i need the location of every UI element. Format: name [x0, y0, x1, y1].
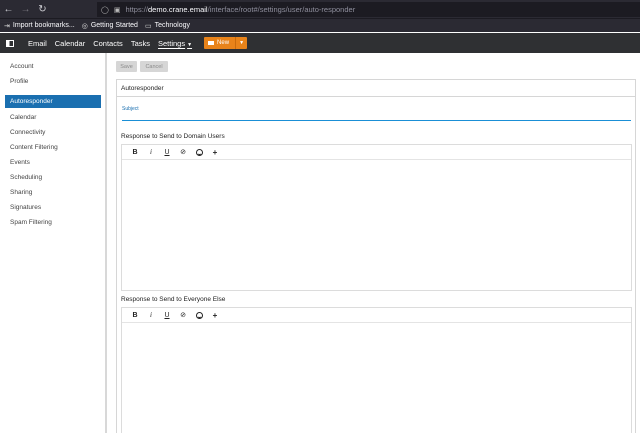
bookmark-getting-started[interactable]: ◎ Getting Started: [82, 22, 138, 30]
sidebar-toggle-button[interactable]: [0, 33, 20, 53]
strikethrough-icon[interactable]: ⊘: [175, 308, 191, 323]
italic-button[interactable]: i: [143, 145, 159, 160]
bookmark-label: Import bookmarks...: [12, 22, 75, 29]
folder-icon: ▭: [144, 22, 152, 30]
back-icon[interactable]: ←: [0, 0, 17, 18]
sidebar-item-connectivity[interactable]: Connectivity: [5, 126, 101, 139]
bookmarks-bar: ⇥ Import bookmarks... ◎ Getting Started …: [0, 18, 640, 32]
new-button-label: New: [217, 40, 230, 46]
settings-sidebar: Account Profile Autoresponder Calendar C…: [0, 53, 107, 433]
insert-button[interactable]: +: [207, 145, 223, 160]
italic-button[interactable]: i: [143, 308, 159, 323]
everyone-else-editor[interactable]: B i U ⊘ +: [121, 307, 632, 433]
panel-title: Autoresponder: [117, 80, 635, 97]
import-icon: ⇥: [4, 22, 10, 30]
envelope-icon: [208, 41, 215, 45]
emoji-button[interactable]: [191, 308, 207, 323]
reload-icon[interactable]: ↻: [34, 0, 51, 18]
lock-icon: ▣: [113, 6, 121, 14]
browser-toolbar: ← → ↻ ◯ ▣ https://demo.crane.email/inter…: [0, 0, 640, 18]
domain-users-editor[interactable]: B i U ⊘ +: [121, 144, 632, 291]
cancel-button[interactable]: Cancel: [140, 61, 168, 72]
bold-button[interactable]: B: [127, 145, 143, 160]
url-host: demo.crane.email: [147, 5, 208, 14]
new-dropdown-icon[interactable]: ▼: [236, 40, 247, 46]
bold-button[interactable]: B: [127, 308, 143, 323]
nav-contacts[interactable]: Contacts: [93, 39, 123, 48]
emoji-icon: [195, 311, 203, 319]
sidebar-item-sharing[interactable]: Sharing: [5, 186, 101, 199]
nav-settings[interactable]: Settings ▼: [158, 39, 192, 48]
editor-toolbar: B i U ⊘ +: [122, 145, 631, 160]
url-field[interactable]: ◯ ▣ https://demo.crane.email/interface/r…: [97, 2, 640, 17]
sidebar-item-calendar[interactable]: Calendar: [5, 111, 101, 124]
globe-icon: ◎: [81, 22, 88, 30]
sidebar-item-spam-filtering[interactable]: Spam Filtering: [5, 216, 101, 229]
app-header: Email Calendar Contacts Tasks Settings ▼ …: [0, 33, 640, 53]
sidebar-item-scheduling[interactable]: Scheduling: [5, 171, 101, 184]
chevron-down-icon: ▼: [187, 41, 193, 48]
domain-users-label: Response to Send to Domain Users: [121, 133, 225, 140]
strikethrough-icon[interactable]: ⊘: [175, 145, 191, 160]
nav-settings-label: Settings: [157, 38, 186, 48]
sidebar-item-profile[interactable]: Profile: [5, 75, 101, 88]
new-button-main[interactable]: New: [204, 37, 237, 49]
subject-input[interactable]: [122, 120, 631, 121]
bookmark-technology[interactable]: ▭ Technology: [145, 22, 190, 30]
autoresponder-panel: Autoresponder Subject Response to Send t…: [116, 79, 636, 433]
url-path: /interface/root#/settings/user/auto-resp…: [207, 5, 356, 14]
nav-calendar[interactable]: Calendar: [55, 39, 85, 48]
forward-icon[interactable]: →: [17, 0, 34, 18]
url-protocol: https://: [125, 5, 148, 14]
nav-email[interactable]: Email: [28, 39, 47, 48]
nav-tasks[interactable]: Tasks: [131, 39, 150, 48]
everyone-else-label: Response to Send to Everyone Else: [121, 296, 226, 303]
new-button[interactable]: New ▼: [204, 37, 248, 49]
emoji-icon: [195, 148, 203, 156]
insert-button[interactable]: +: [207, 308, 223, 323]
editor-toolbar: B i U ⊘ +: [122, 308, 631, 323]
sidebar-toggle-icon: [6, 39, 14, 47]
sidebar-item-account[interactable]: Account: [5, 60, 101, 73]
sidebar-item-content-filtering[interactable]: Content Filtering: [5, 141, 101, 154]
bookmark-label: Getting Started: [90, 22, 138, 29]
sidebar-item-autoresponder[interactable]: Autoresponder: [5, 95, 101, 108]
save-button[interactable]: Save: [116, 61, 137, 72]
emoji-button[interactable]: [191, 145, 207, 160]
sidebar-item-events[interactable]: Events: [5, 156, 101, 169]
bookmark-import[interactable]: ⇥ Import bookmarks...: [4, 22, 75, 30]
subject-label: Subject: [122, 106, 139, 112]
underline-button[interactable]: U: [159, 145, 175, 160]
bookmark-label: Technology: [154, 22, 190, 29]
shield-icon: ◯: [101, 6, 109, 14]
underline-button[interactable]: U: [159, 308, 175, 323]
sidebar-item-signatures[interactable]: Signatures: [5, 201, 101, 214]
